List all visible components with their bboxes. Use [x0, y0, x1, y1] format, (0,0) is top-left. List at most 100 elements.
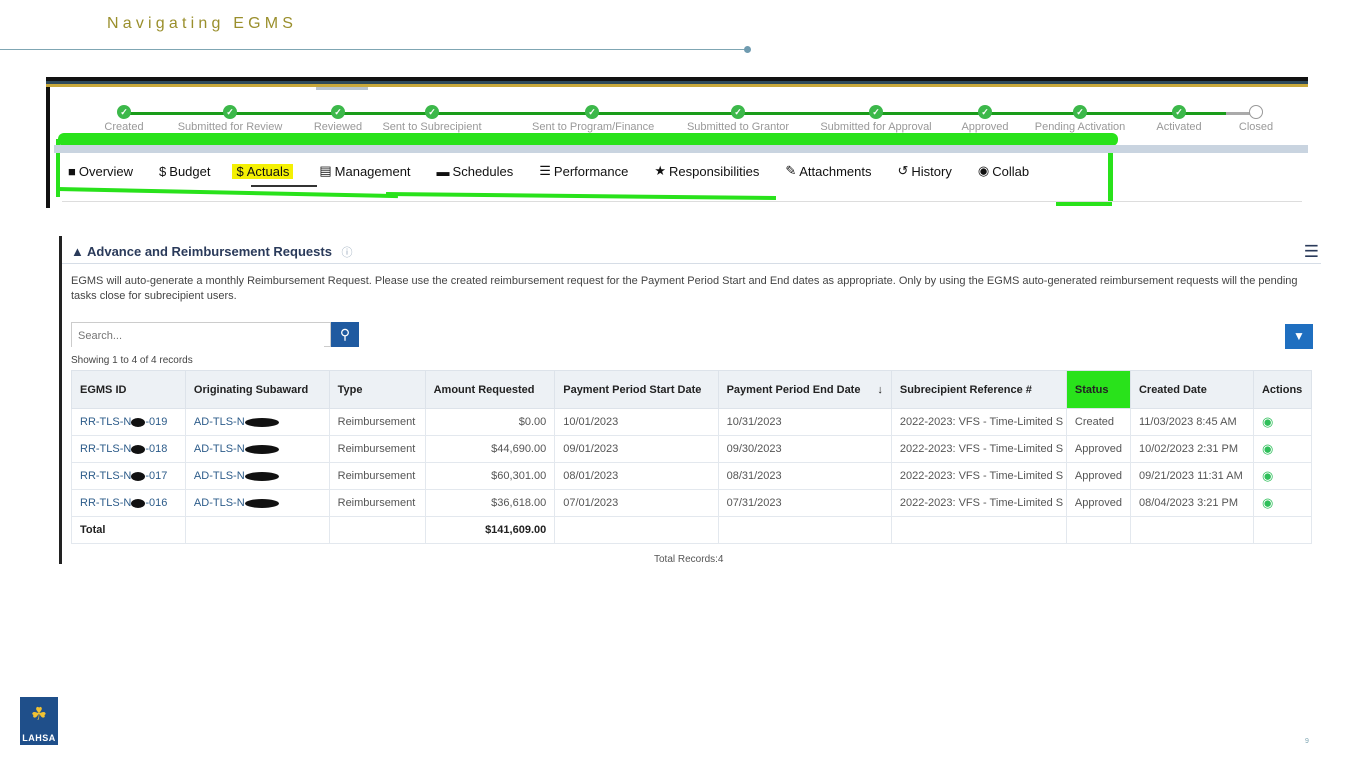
col-period-end[interactable]: Payment Period End Date ↓ — [717, 370, 892, 409]
created-date-cell: 09/21/2023 11:31 AM — [1129, 462, 1254, 490]
section-title: Advance and Reimbursement Requests — [87, 244, 332, 259]
status-cell: Approved — [1065, 435, 1131, 463]
subrecipient-ref-cell: 2022-2023: VFS - Time-Limited S — [890, 408, 1067, 436]
title-rule — [0, 49, 748, 50]
col-originating-subaward[interactable]: Originating Subaward — [184, 370, 330, 409]
table-row[interactable]: RR-TLS-N -018 AD-TLS-N Reimbursement $44,690… — [71, 435, 1313, 463]
subaward-link[interactable]: AD-TLS-N — [184, 408, 330, 436]
actions-cell: ◉ — [1252, 408, 1313, 436]
view-eye-icon[interactable]: ◉ — [1262, 468, 1273, 483]
start-date-cell: 09/01/2023 — [554, 435, 719, 463]
folder-icon: ▬ — [436, 163, 450, 179]
check-circle-icon: ✓ — [869, 105, 883, 119]
list-icon: ☰ — [539, 163, 551, 178]
table-row[interactable]: RR-TLS-N -016 AD-TLS-N Reimbursement $36,618… — [71, 489, 1313, 517]
tab-performance[interactable]: ☰ Performance — [539, 163, 628, 179]
progress-step-label: Submitted to Grantor — [686, 121, 790, 133]
table-row[interactable]: RR-TLS-N -019 AD-TLS-N Reimbursement $0.00 10… — [71, 408, 1313, 436]
check-circle-icon: ✓ — [331, 105, 345, 119]
col-status[interactable]: Status — [1065, 370, 1131, 409]
total-amount: $141,609.00 — [424, 516, 556, 544]
chat-icon: ◉ — [977, 163, 990, 178]
progress-step: ✓ Sent to Program/Finance — [532, 105, 654, 133]
type-cell: Reimbursement — [328, 462, 426, 490]
table-header-row: EGMS ID Originating Subaward Type Amount… — [71, 370, 1313, 409]
col-created-date[interactable]: Created Date — [1129, 370, 1254, 409]
progress-step-label: Submitted for Approval — [820, 121, 932, 133]
egms-id-link[interactable]: RR-TLS-N -017 — [71, 462, 186, 490]
star-icon: ★ — [654, 163, 666, 178]
col-type[interactable]: Type — [328, 370, 426, 409]
subaward-link[interactable]: AD-TLS-N — [184, 489, 330, 517]
slide-title: Navigating EGMS — [107, 15, 298, 32]
view-eye-icon[interactable]: ◉ — [1262, 495, 1273, 510]
tab-schedules[interactable]: ▬ Schedules — [437, 164, 514, 179]
status-cell: Approved — [1065, 489, 1131, 517]
progress-step: ✓ Submitted to Grantor — [678, 105, 798, 133]
table-row[interactable]: RR-TLS-N -017 AD-TLS-N Reimbursement $60,301… — [71, 462, 1313, 490]
active-tab-indicator — [251, 185, 317, 187]
requests-screenshot: ▲ Advance and Reimbursement Requests ⓘ ☰… — [59, 236, 1321, 564]
progress-step: ✓ Created — [64, 105, 184, 133]
view-eye-icon[interactable]: ◉ — [1262, 414, 1273, 429]
tab-management[interactable]: ▤ Management — [319, 163, 410, 179]
total-row: Total $141,609.00 — [71, 516, 1313, 544]
redaction-mark — [244, 498, 279, 508]
redaction-mark — [244, 444, 279, 454]
col-actions: Actions — [1252, 370, 1313, 409]
col-amount-requested[interactable]: Amount Requested — [424, 370, 556, 409]
collapse-icon[interactable]: ▲ — [71, 244, 84, 259]
tab-attachments[interactable]: ✎ Attachments — [785, 163, 871, 179]
egms-id-link[interactable]: RR-TLS-N -019 — [71, 408, 186, 436]
egms-id-link[interactable]: RR-TLS-N -016 — [71, 489, 186, 517]
amount-cell: $0.00 — [424, 408, 556, 436]
search-icon: ⚲ — [339, 326, 351, 342]
view-eye-icon[interactable]: ◉ — [1262, 441, 1273, 456]
col-period-start[interactable]: Payment Period Start Date — [554, 370, 719, 409]
filter-button[interactable]: ▼ — [1285, 324, 1313, 349]
actions-cell: ◉ — [1252, 462, 1313, 490]
title-rule-dot — [744, 46, 751, 53]
redaction-mark — [131, 444, 146, 454]
amount-cell: $36,618.00 — [424, 489, 556, 517]
progress-step-label: Sent to Subrecipient — [382, 121, 482, 133]
subrecipient-ref-cell: 2022-2023: VFS - Time-Limited S — [890, 435, 1067, 463]
page-number: 9 — [1305, 738, 1309, 745]
tab-responsibilities[interactable]: ★ Responsibilities — [654, 163, 759, 179]
egms-id-link[interactable]: RR-TLS-N -018 — [71, 435, 186, 463]
progress-step-label: Submitted for Review — [177, 121, 283, 133]
tab-overview[interactable]: ■ Overview — [68, 164, 133, 179]
subaward-link[interactable]: AD-TLS-N — [184, 435, 330, 463]
actions-cell: ◉ — [1252, 435, 1313, 463]
end-date-cell: 09/30/2023 — [717, 435, 892, 463]
lahsa-logo: ☘ LAHSA — [20, 697, 58, 745]
subaward-link[interactable]: AD-TLS-N — [184, 462, 330, 490]
start-date-cell: 10/01/2023 — [554, 408, 719, 436]
redaction-mark — [131, 498, 146, 508]
check-circle-icon: ✓ — [223, 105, 237, 119]
tab-collab[interactable]: ◉ Collab — [978, 163, 1029, 179]
start-date-cell: 08/01/2023 — [554, 462, 719, 490]
requests-table: EGMS ID Originating Subaward Type Amount… — [71, 370, 1313, 544]
progress-step: ✓ Submitted for Review — [170, 105, 290, 133]
filter-icon: ▼ — [1293, 329, 1305, 343]
tab-budget[interactable]: $ Budget — [159, 164, 210, 179]
sort-down-icon[interactable]: ↓ — [877, 383, 883, 397]
col-egms-id[interactable]: EGMS ID — [71, 370, 186, 409]
tab-actuals[interactable]: $ Actuals — [232, 163, 294, 179]
section-header[interactable]: ▲ Advance and Reimbursement Requests ⓘ — [71, 244, 353, 260]
total-label: Total — [71, 516, 186, 544]
search-button[interactable]: ⚲ — [331, 322, 359, 347]
section-description: EGMS will auto-generate a monthly Reimbu… — [71, 275, 1298, 302]
col-subrecipient-ref[interactable]: Subrecipient Reference # — [890, 370, 1067, 409]
created-date-cell: 11/03/2023 8:45 AM — [1129, 408, 1254, 436]
hamburger-menu-icon[interactable]: ☰ — [1304, 242, 1319, 262]
logo-mark-icon: ☘ — [30, 704, 48, 724]
search-input[interactable] — [72, 323, 324, 348]
check-circle-icon: ✓ — [1172, 105, 1186, 119]
progress-step: ✓ Sent to Subrecipient — [372, 105, 492, 133]
tab-history[interactable]: ↺ History — [898, 163, 952, 179]
info-icon[interactable]: ⓘ — [342, 247, 353, 259]
end-date-cell: 07/31/2023 — [717, 489, 892, 517]
check-circle-icon: ✓ — [731, 105, 745, 119]
